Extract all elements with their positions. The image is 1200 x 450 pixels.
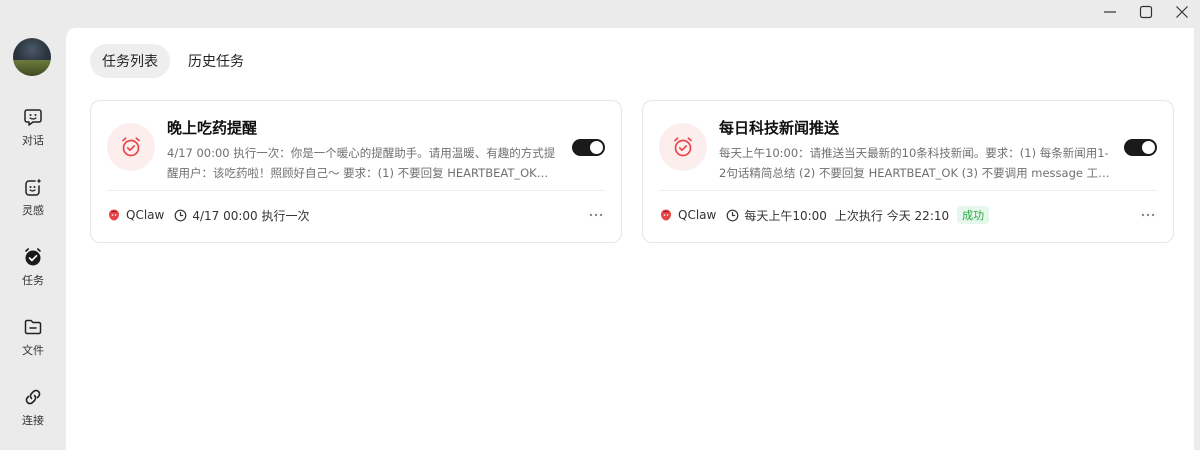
sidebar-item-files[interactable]: 文件 — [0, 316, 66, 372]
sidebar-item-label: 连接 — [22, 414, 44, 427]
toggle-knob — [590, 141, 603, 154]
task-title: 晚上吃药提醒 — [167, 119, 258, 137]
sidebar-item-chat[interactable]: 对话 — [0, 106, 66, 162]
avatar[interactable] — [13, 38, 51, 76]
maximize-icon — [1139, 5, 1153, 19]
task-title: 每日科技新闻推送 — [719, 119, 840, 137]
task-enabled-toggle[interactable] — [572, 139, 605, 156]
task-description: 每天上午10:00：请推送当天最新的10条科技新闻。要求：(1) 每条新闻用1-… — [719, 146, 1110, 180]
more-icon — [589, 213, 603, 217]
card-divider — [107, 190, 605, 191]
task-check-icon — [22, 246, 44, 268]
task-schedule: 4/17 00:00 执行一次 — [192, 208, 310, 223]
status-badge: 成功 — [957, 206, 990, 224]
qclaw-logo-icon — [659, 208, 673, 222]
alarm-icon — [659, 123, 707, 171]
close-button[interactable] — [1164, 0, 1200, 24]
tab-task-list[interactable]: 任务列表 — [90, 44, 170, 78]
sidebar-item-label: 对话 — [22, 134, 44, 147]
sidebar-item-label: 任务 — [22, 274, 44, 287]
task-last-run: 上次执行 今天 22:10 — [834, 208, 950, 223]
task-agent: QClaw — [678, 208, 717, 222]
task-footer: QClaw 4/17 00:00 执行一次 — [107, 205, 605, 225]
sidebar-item-connect[interactable]: 连接 — [0, 386, 66, 442]
sparkle-face-icon — [22, 176, 44, 198]
minimize-button[interactable] — [1092, 0, 1128, 24]
task-tabs: 任务列表 历史任务 — [90, 44, 256, 78]
more-options-button[interactable] — [587, 205, 605, 225]
task-agent: QClaw — [126, 208, 165, 222]
task-footer: QClaw 每天上午10:00 上次执行 今天 22:10 成功 — [659, 205, 1157, 225]
maximize-button[interactable] — [1128, 0, 1164, 24]
sidebar-item-inspiration[interactable]: 灵感 — [0, 176, 66, 232]
folder-icon — [22, 316, 44, 338]
card-divider — [659, 190, 1157, 191]
close-icon — [1176, 6, 1188, 18]
chat-smile-icon — [22, 106, 44, 128]
sidebar: 对话 灵感 任务 文件 连接 — [0, 0, 66, 450]
avatar-hills — [13, 60, 51, 76]
tab-task-history[interactable]: 历史任务 — [176, 44, 256, 78]
main-panel: 任务列表 历史任务 晚上吃药提醒 4/17 00:00 执行一次：你是一个暖心的… — [66, 28, 1194, 450]
alarm-icon — [107, 123, 155, 171]
clock-icon — [174, 209, 187, 222]
clock-icon — [726, 209, 739, 222]
task-card[interactable]: 每日科技新闻推送 每天上午10:00：请推送当天最新的10条科技新闻。要求：(1… — [642, 100, 1174, 243]
task-card[interactable]: 晚上吃药提醒 4/17 00:00 执行一次：你是一个暖心的提醒助手。请用温暖、… — [90, 100, 622, 243]
task-enabled-toggle[interactable] — [1124, 139, 1157, 156]
sidebar-item-tasks[interactable]: 任务 — [0, 246, 66, 302]
sidebar-item-label: 文件 — [22, 344, 44, 357]
task-description: 4/17 00:00 执行一次：你是一个暖心的提醒助手。请用温暖、有趣的方式提醒… — [167, 146, 556, 180]
more-options-button[interactable] — [1139, 205, 1157, 225]
minimize-icon — [1104, 11, 1116, 13]
task-schedule: 每天上午10:00 — [744, 208, 827, 223]
toggle-knob — [1142, 141, 1155, 154]
qclaw-logo-icon — [107, 208, 121, 222]
more-icon — [1141, 213, 1155, 217]
link-icon — [22, 386, 44, 408]
window-right-edge — [1194, 28, 1200, 450]
window-controls — [1092, 0, 1200, 26]
sidebar-item-label: 灵感 — [22, 204, 44, 217]
